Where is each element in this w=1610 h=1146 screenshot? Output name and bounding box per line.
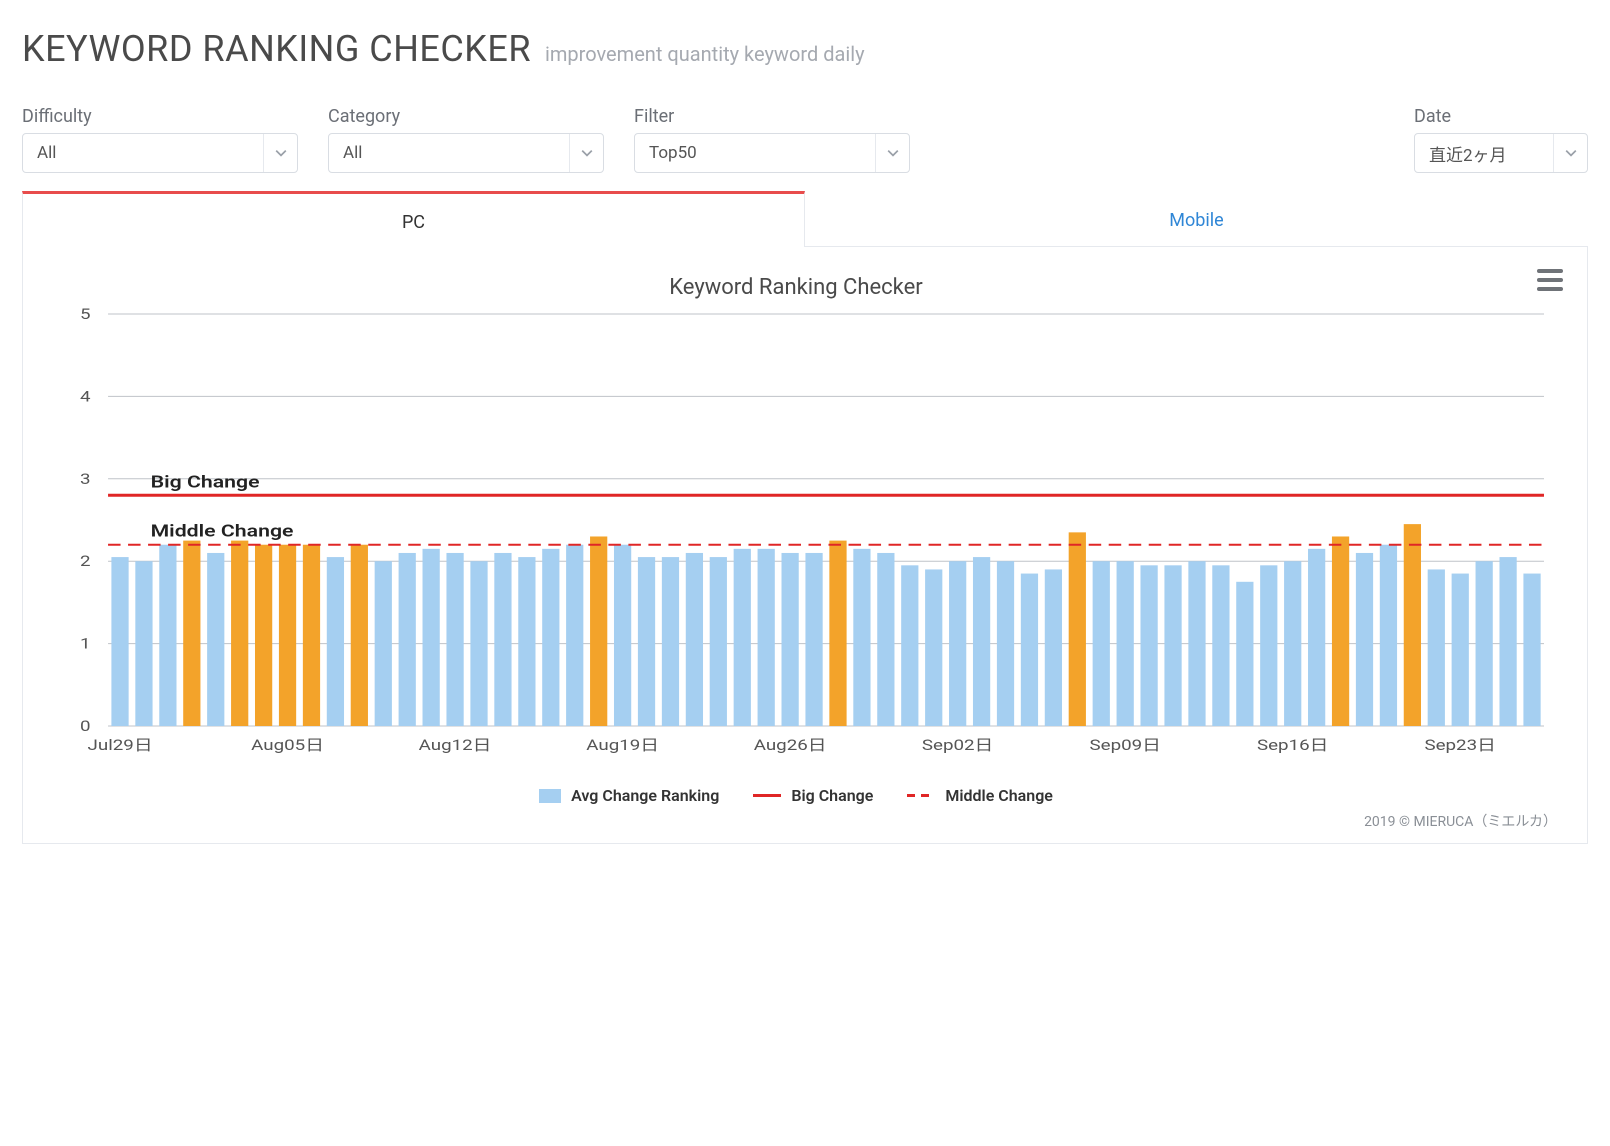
legend-swatch-line — [753, 794, 781, 797]
chart-legend: Avg Change Ranking Big Change Middle Cha… — [33, 786, 1559, 805]
svg-text:Middle Change: Middle Change — [151, 521, 294, 541]
filter-select[interactable]: Top50 — [634, 133, 910, 173]
filter-date: Date 直近2ヶ月 — [1414, 106, 1588, 173]
tab-pc[interactable]: PC — [22, 191, 805, 247]
chevron-down-icon — [1553, 134, 1587, 172]
chevron-down-icon — [263, 134, 297, 172]
legend-swatch-bar — [539, 789, 561, 803]
svg-text:Aug12日: Aug12日 — [419, 737, 492, 755]
filter-difficulty: Difficulty All — [22, 106, 298, 173]
date-label: Date — [1414, 106, 1588, 127]
legend-swatch-dash — [907, 794, 935, 797]
chevron-down-icon — [875, 134, 909, 172]
copyright: 2019 © MIERUCA（ミエルカ） — [33, 811, 1559, 831]
filter-filter: Filter Top50 — [634, 106, 910, 173]
chart: 0 1 2 3 4 5 Big Change Middle Change Jul29日 Aug05… — [33, 306, 1559, 776]
category-select[interactable]: All — [328, 133, 604, 173]
tab-mobile[interactable]: Mobile — [805, 191, 1588, 247]
svg-text:1: 1 — [80, 635, 91, 653]
legend-avg[interactable]: Avg Change Ranking — [539, 786, 719, 805]
difficulty-value: All — [37, 143, 56, 163]
svg-text:3: 3 — [80, 471, 91, 489]
svg-text:Sep02日: Sep02日 — [922, 737, 993, 755]
page-title: KEYWORD RANKING CHECKER — [22, 28, 531, 70]
legend-avg-label: Avg Change Ranking — [571, 786, 719, 805]
filter-bar: Difficulty All Category All Filter Top50… — [22, 106, 1588, 173]
category-value: All — [343, 143, 362, 163]
chart-title: Keyword Ranking Checker — [33, 275, 1559, 300]
svg-text:Aug26日: Aug26日 — [754, 737, 827, 755]
date-value: 直近2ヶ月 — [1429, 141, 1507, 166]
svg-text:Big Change: Big Change — [151, 471, 260, 491]
legend-big-label: Big Change — [791, 786, 873, 805]
svg-text:Jul29日: Jul29日 — [88, 737, 153, 755]
tabs: PC Mobile Keyword Ranking Checker 0 1 2 3 4 5… — [22, 191, 1588, 844]
svg-text:2: 2 — [80, 553, 91, 571]
page-subtitle: improvement quantity keyword daily — [545, 42, 865, 66]
chevron-down-icon — [569, 134, 603, 172]
difficulty-select[interactable]: All — [22, 133, 298, 173]
svg-text:0: 0 — [80, 718, 91, 736]
date-select[interactable]: 直近2ヶ月 — [1414, 133, 1588, 173]
svg-text:5: 5 — [80, 306, 91, 323]
filter-category: Category All — [328, 106, 604, 173]
legend-mid-label: Middle Change — [945, 786, 1053, 805]
filter-label: Filter — [634, 106, 910, 127]
filter-value: Top50 — [649, 143, 697, 163]
svg-text:Sep16日: Sep16日 — [1257, 737, 1328, 755]
difficulty-label: Difficulty — [22, 106, 298, 127]
svg-text:4: 4 — [80, 388, 91, 406]
chart-panel: Keyword Ranking Checker 0 1 2 3 4 5 Big Change… — [22, 247, 1588, 844]
legend-big[interactable]: Big Change — [753, 786, 873, 805]
page-header: KEYWORD RANKING CHECKER improvement quan… — [22, 28, 1588, 70]
svg-text:Sep23日: Sep23日 — [1424, 737, 1495, 755]
svg-text:Sep09日: Sep09日 — [1090, 737, 1161, 755]
legend-mid[interactable]: Middle Change — [907, 786, 1053, 805]
category-label: Category — [328, 106, 604, 127]
hamburger-menu-icon[interactable] — [1537, 269, 1563, 291]
svg-text:Aug05日: Aug05日 — [251, 737, 324, 755]
svg-text:Aug19日: Aug19日 — [586, 737, 659, 755]
